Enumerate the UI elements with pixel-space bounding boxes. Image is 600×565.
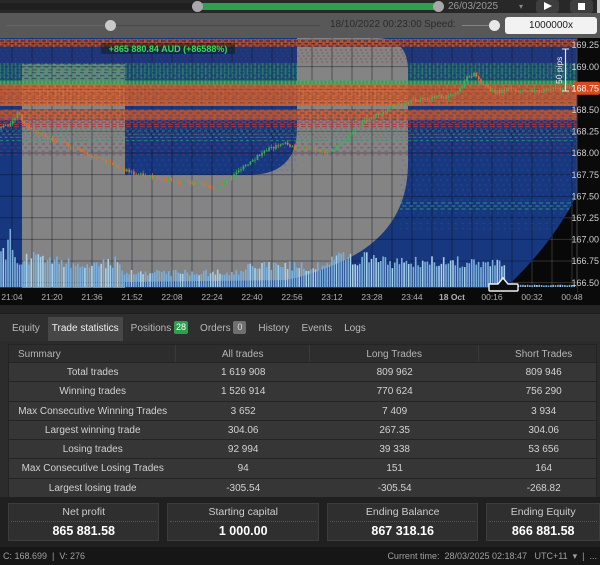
svg-text:166.50: 166.50 [571,278,599,288]
svg-text:50 pips: 50 pips [554,57,564,84]
svg-text:23:12: 23:12 [321,292,343,302]
svg-text:169.25: 169.25 [571,40,599,50]
svg-text:00:16: 00:16 [481,292,503,302]
svg-text:167.00: 167.00 [571,235,599,245]
svg-text:167.75: 167.75 [571,170,599,180]
svg-text:167.50: 167.50 [571,191,599,201]
svg-text:22:40: 22:40 [241,292,263,302]
svg-text:18 Oct: 18 Oct [439,292,465,302]
svg-text:+865 880.84 AUD (+86588%): +865 880.84 AUD (+86588%) [109,44,228,54]
svg-text:00:48: 00:48 [561,292,583,302]
svg-text:167.25: 167.25 [571,213,599,223]
svg-text:169.00: 169.00 [571,62,599,72]
svg-text:168.00: 168.00 [571,148,599,158]
svg-text:23:44: 23:44 [401,292,423,302]
svg-text:00:32: 00:32 [521,292,543,302]
svg-text:168.50: 168.50 [571,105,599,115]
svg-text:22:08: 22:08 [161,292,183,302]
svg-text:22:56: 22:56 [281,292,303,302]
svg-text:21:52: 21:52 [121,292,143,302]
svg-text:21:20: 21:20 [41,292,63,302]
svg-text:166.75: 166.75 [571,256,599,266]
svg-text:21:04: 21:04 [1,292,23,302]
svg-text:168.75: 168.75 [571,83,599,93]
svg-text:22:24: 22:24 [201,292,223,302]
svg-text:21:36: 21:36 [81,292,103,302]
svg-text:23:28: 23:28 [361,292,383,302]
svg-text:168.25: 168.25 [571,127,599,137]
